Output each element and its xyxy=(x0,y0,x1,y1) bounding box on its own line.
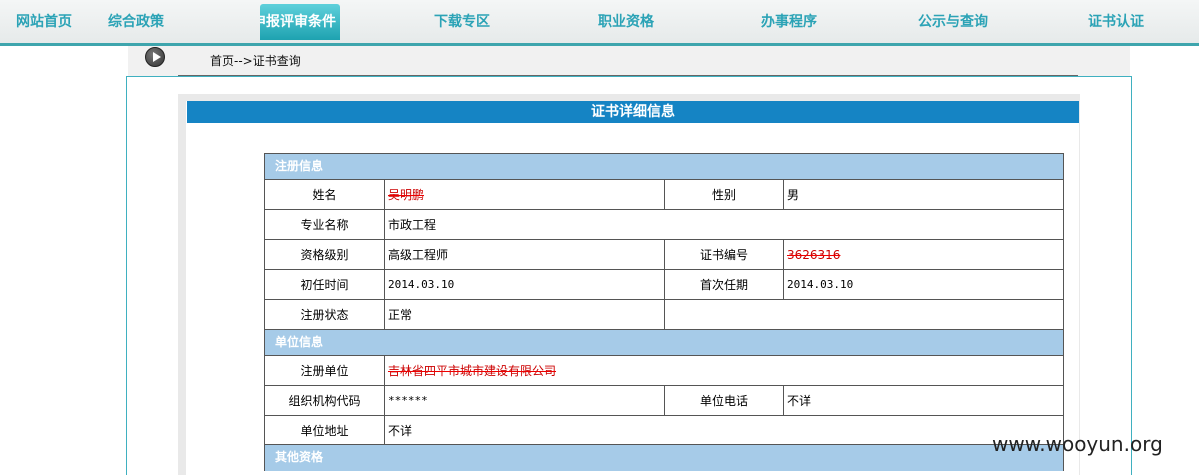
field-label: 专业名称 xyxy=(265,210,385,239)
field-value-status: 正常 xyxy=(385,300,665,329)
section-header-other: 其他资格 xyxy=(264,445,1064,471)
field-value-major: 市政工程 xyxy=(388,218,437,232)
field-value-unit: 吉林省四平市城市建设有限公司 xyxy=(388,364,557,378)
field-value-level: 高级工程师 xyxy=(385,240,665,269)
table-row: 组织机构代码 ****** 单位电话 不详 xyxy=(264,385,1064,415)
field-label: 单位地址 xyxy=(265,416,385,444)
field-value-cert-no: 3626316 xyxy=(787,247,841,262)
table-row: 资格级别 高级工程师 证书编号 3626316 xyxy=(264,239,1064,269)
field-value-first-time: 2014.03.10 xyxy=(385,270,665,299)
field-label: 首次任期 xyxy=(665,270,784,299)
empty-cell xyxy=(665,300,1063,329)
field-value-gender: 男 xyxy=(787,188,800,202)
field-label: 初任时间 xyxy=(265,270,385,299)
table-row: 单位地址 不详 xyxy=(264,415,1064,445)
field-label: 单位电话 xyxy=(665,386,784,415)
field-label: 组织机构代码 xyxy=(265,386,385,415)
table-row: 姓名 吴明鹏 性别 男 xyxy=(264,179,1064,209)
certificate-table: 注册信息 姓名 吴明鹏 性别 男 专业名称 市政工程 资格级别 高级工程师 证书… xyxy=(264,153,1064,471)
section-header-registration: 注册信息 xyxy=(264,153,1064,179)
field-value-first-term: 2014.03.10 xyxy=(787,278,854,291)
top-nav: 网站首页 综合政策 申报评审条件 下载专区 职业资格 办事程序 公示与查询 证书… xyxy=(0,0,1199,46)
field-value-name: 吴明鹏 xyxy=(385,180,665,209)
field-label: 性别 xyxy=(665,180,784,209)
nav-cert-verify[interactable]: 证书认证 xyxy=(1080,4,1152,40)
section-header-unit: 单位信息 xyxy=(264,329,1064,355)
nav-review-conditions[interactable]: 申报评审条件 xyxy=(260,4,340,40)
nav-downloads[interactable]: 下载专区 xyxy=(426,4,498,40)
table-row: 注册单位 吉林省四平市城市建设有限公司 xyxy=(264,355,1064,385)
field-value-phone: 不详 xyxy=(787,394,812,408)
table-row: 专业名称 市政工程 xyxy=(264,209,1064,239)
breadcrumb: 首页-->证书查询 xyxy=(210,54,301,68)
play-icon xyxy=(145,47,165,67)
field-label: 证书编号 xyxy=(665,240,784,269)
nav-procedure[interactable]: 办事程序 xyxy=(753,4,825,40)
field-value-address: 不详 xyxy=(388,423,413,438)
field-label: 资格级别 xyxy=(265,240,385,269)
table-row: 初任时间 2014.03.10 首次任期 2014.03.10 xyxy=(264,269,1064,299)
nav-home[interactable]: 网站首页 xyxy=(8,4,80,40)
field-label: 姓名 xyxy=(265,180,385,209)
page-title: 证书详细信息 xyxy=(187,101,1079,123)
nav-policy[interactable]: 综合政策 xyxy=(100,4,172,40)
table-row: 注册状态 正常 xyxy=(264,299,1064,329)
nav-public-query[interactable]: 公示与查询 xyxy=(910,4,996,40)
field-label: 注册状态 xyxy=(265,300,385,329)
watermark: www.wooyun.org xyxy=(992,432,1163,456)
field-value-org-code: ****** xyxy=(385,386,665,415)
nav-qualification[interactable]: 职业资格 xyxy=(590,4,662,40)
field-label: 注册单位 xyxy=(265,356,385,385)
